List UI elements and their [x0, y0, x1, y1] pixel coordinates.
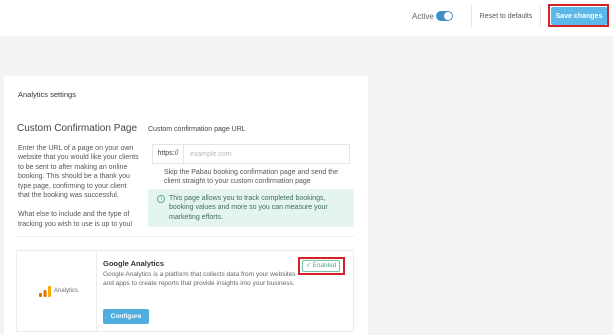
info-icon: i [157, 195, 165, 203]
url-prefix: https:// [153, 145, 184, 163]
reset-to-defaults-button[interactable]: Reset to defaults [471, 5, 541, 27]
active-toggle[interactable] [436, 11, 453, 21]
google-analytics-integration: Google Analytics Google Analytics is a p… [96, 250, 354, 332]
enabled-highlight-box [298, 257, 345, 275]
configure-button[interactable]: Configure [103, 309, 149, 324]
confirmation-url-input[interactable] [184, 145, 348, 163]
google-analytics-logo-box: Analytics [16, 250, 96, 332]
confirmation-page-description: Enter the URL of a page on your own webs… [18, 144, 140, 239]
save-highlight-box [548, 4, 609, 27]
description-paragraph: Enter the URL of a page on your own webs… [18, 145, 139, 200]
confirmation-url-group: https:// [152, 144, 350, 164]
section-title: Analytics settings [18, 90, 76, 99]
integration-title: Google Analytics [103, 259, 164, 268]
analytics-settings-card: Analytics settings Custom Confirmation P… [4, 76, 368, 335]
info-notice: i This page allows you to track complete… [148, 189, 354, 227]
confirmation-page-title: Custom Confirmation Page [17, 123, 138, 134]
toggle-knob [444, 12, 452, 20]
integration-description: Google Analytics is a platform that coll… [103, 271, 296, 287]
confirmation-url-label: Custom confirmation page URL [148, 126, 246, 133]
info-text: This page allows you to track completed … [169, 195, 328, 221]
description-paragraph: What else to include and the type of tra… [18, 211, 133, 228]
active-label: Active [412, 12, 434, 21]
google-analytics-logo-text: Analytics [54, 288, 79, 294]
skip-description: Skip the Pabau booking confirmation page… [164, 169, 338, 186]
google-analytics-logo-icon [39, 286, 51, 297]
top-bar: Active Reset to defaults Save changes [0, 0, 613, 36]
section-divider [16, 236, 354, 237]
